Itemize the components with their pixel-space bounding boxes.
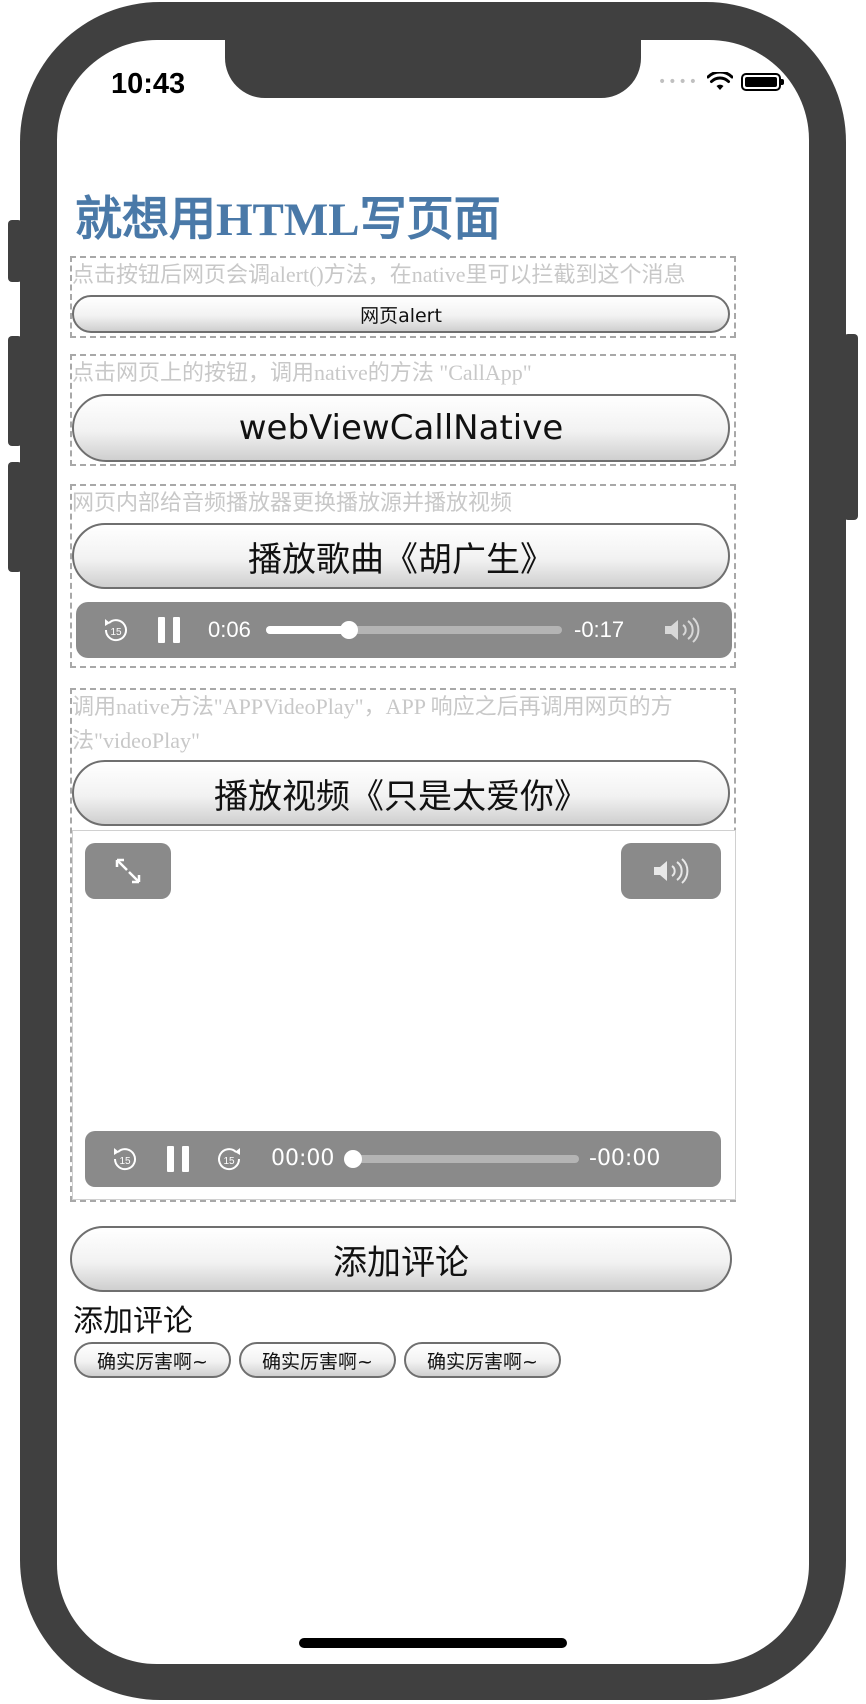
volume-down-button bbox=[8, 462, 22, 572]
video-player[interactable]: 15 15 00:00 -00:00 bbox=[72, 830, 736, 1200]
play-video-button[interactable]: 播放视频《只是太爱你》 bbox=[72, 760, 730, 826]
video-pause-icon[interactable] bbox=[167, 1146, 189, 1172]
call-native-hint: 点击网页上的按钮，调用native的方法 "CallApp" bbox=[72, 360, 532, 385]
add-comment-button[interactable]: 添加评论 bbox=[70, 1226, 732, 1292]
home-indicator bbox=[299, 1638, 567, 1648]
video-hint-line1: 调用native方法"APPVideoPlay"，APP 响应之后再调用网页的方 bbox=[72, 694, 673, 719]
comment-item[interactable]: 确实厉害啊~ bbox=[404, 1342, 561, 1378]
video-progress-thumb[interactable] bbox=[344, 1150, 362, 1168]
mute-switch bbox=[8, 220, 22, 282]
status-time: 10:43 bbox=[111, 68, 186, 100]
skip-back-15-icon[interactable]: 15 bbox=[102, 616, 130, 644]
svg-text:15: 15 bbox=[110, 627, 122, 638]
audio-player: 15 0:06 -0:17 bbox=[76, 602, 732, 658]
pause-icon[interactable] bbox=[158, 617, 180, 643]
signal-icon: •••• bbox=[657, 74, 699, 90]
video-elapsed-time: 00:00 bbox=[271, 1146, 335, 1171]
notch bbox=[225, 40, 641, 98]
video-remaining-time: -00:00 bbox=[589, 1146, 661, 1171]
audio-progress-track[interactable] bbox=[266, 621, 562, 639]
audio-progress-thumb[interactable] bbox=[339, 621, 358, 639]
video-hint-line2: 法"videoPlay" bbox=[72, 728, 200, 753]
phone-screen: 10:43 •••• 就想用HTML写页面 点击按钮后网页会调alert()方法… bbox=[57, 40, 809, 1664]
status-icons: •••• bbox=[657, 72, 784, 92]
play-song-button[interactable]: 播放歌曲《胡广生》 bbox=[72, 523, 730, 589]
webview-call-native-button[interactable]: webViewCallNative bbox=[72, 394, 730, 462]
video-skip-forward-15-icon[interactable]: 15 bbox=[215, 1145, 243, 1173]
video-controls-bar: 15 15 00:00 -00:00 bbox=[85, 1131, 721, 1187]
audio-progress-fill bbox=[266, 626, 349, 634]
alert-hint: 点击按钮后网页会调alert()方法，在native里可以拦截到这个消息 bbox=[72, 262, 686, 287]
volume-icon[interactable] bbox=[662, 615, 702, 645]
video-skip-back-15-icon[interactable]: 15 bbox=[111, 1145, 139, 1173]
video-progress-track[interactable] bbox=[344, 1150, 579, 1168]
comment-item[interactable]: 确实厉害啊~ bbox=[239, 1342, 396, 1378]
comments-title: 添加评论 bbox=[73, 1304, 193, 1339]
volume-up-button bbox=[8, 336, 22, 446]
page-title: 就想用HTML写页面 bbox=[75, 194, 501, 246]
web-alert-button[interactable]: 网页alert bbox=[72, 295, 730, 333]
audio-hint: 网页内部给音频播放器更换播放源并播放视频 bbox=[72, 490, 513, 515]
video-volume-icon[interactable] bbox=[621, 843, 721, 899]
audio-remaining-time: -0:17 bbox=[574, 617, 625, 642]
fullscreen-icon[interactable] bbox=[85, 843, 171, 899]
svg-text:15: 15 bbox=[223, 1156, 235, 1167]
power-button bbox=[844, 334, 858, 520]
svg-text:15: 15 bbox=[119, 1156, 131, 1167]
battery-icon bbox=[741, 73, 784, 91]
wifi-icon bbox=[707, 72, 733, 90]
comment-item[interactable]: 确实厉害啊~ bbox=[74, 1342, 231, 1378]
audio-elapsed-time: 0:06 bbox=[208, 617, 251, 642]
